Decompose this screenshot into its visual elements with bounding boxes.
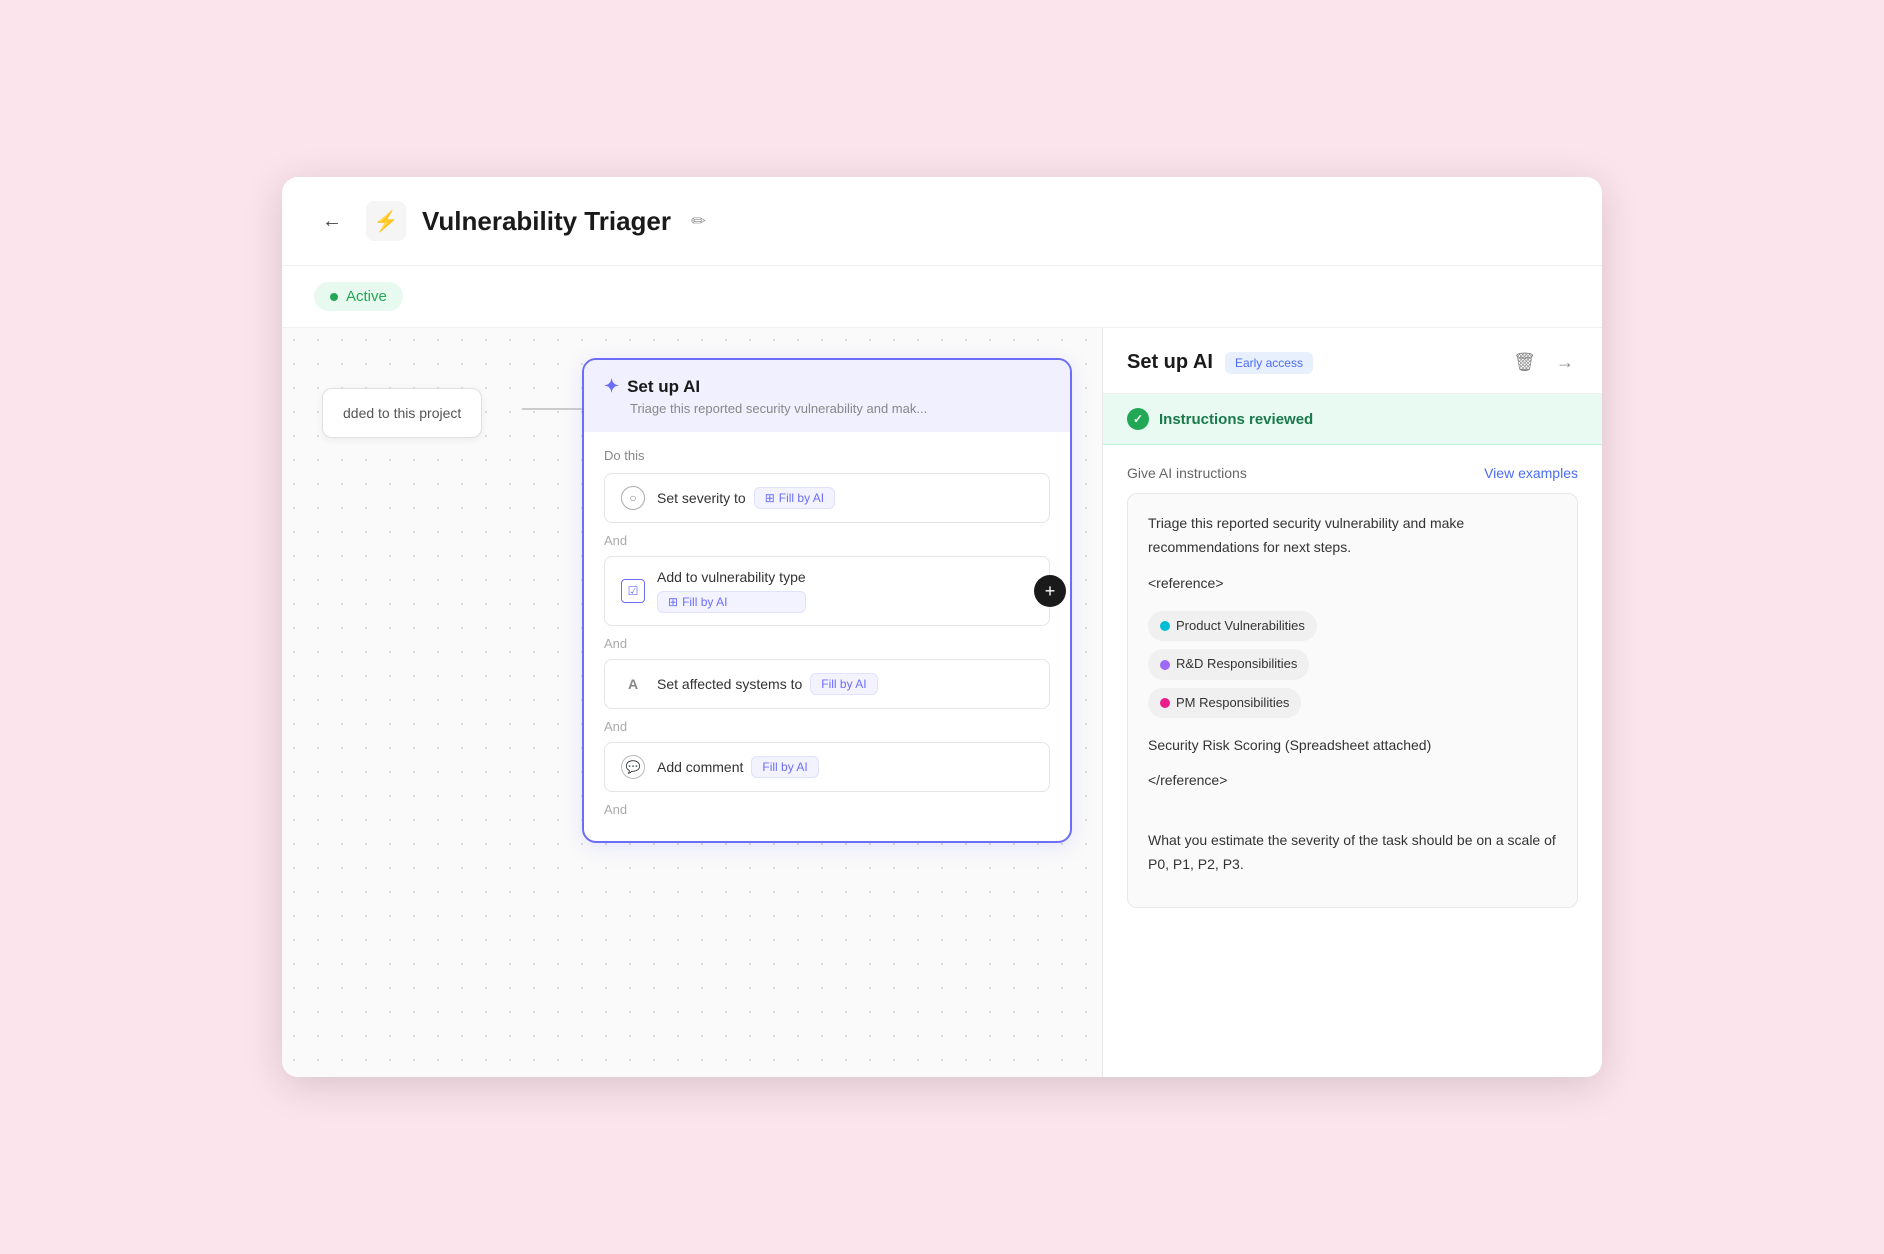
and-label-3: And [604,719,1050,734]
panel-actions: 🗑 → [1509,348,1578,377]
edit-icon[interactable]: ✏ [691,211,706,232]
active-badge: Active [314,282,403,311]
ai-step-title: ✦ Set up AI [604,376,1050,397]
severity-label: Set severity to [657,490,746,506]
instructions-text-5: What you estimate the severity of the ta… [1148,829,1557,877]
circle-check-icon: ○ [621,486,645,510]
active-bar: Active [282,266,1602,328]
delete-button[interactable]: 🗑 [1509,348,1540,377]
instructions-label-row: Give AI instructions View examples [1127,465,1578,481]
reference-open-tag: <reference> [1148,572,1557,596]
panel-title-row: Set up AI Early access [1127,351,1313,374]
forward-button[interactable]: → [1552,348,1578,377]
vulnerability-label: Add to vulnerability type [657,569,806,585]
pink-dot [1160,698,1170,708]
action-text-vulnerability: Add to vulnerability type ⊞ Fill by AI [657,569,806,613]
fill-icon-2: ⊞ [668,595,678,609]
main-content: dded to this project ✦ Set up AI Triage … [282,328,1602,1077]
instructions-box[interactable]: Triage this reported security vulnerabil… [1127,493,1578,908]
fill-by-ai-badge-severity[interactable]: ⊞ Fill by AI [754,487,835,509]
label-product-vulnerabilities: Product Vulnerabilities [1176,615,1305,637]
ai-step-title-text: Set up AI [627,377,700,397]
instructions-text-1: Triage this reported security vulnerabil… [1148,512,1557,560]
ai-instructions-section: Give AI instructions View examples Triag… [1103,445,1602,1077]
checkbox-icon: ☑ [621,579,645,603]
purple-dot [1160,660,1170,670]
page-title: Vulnerability Triager [422,206,671,237]
header: ← ⚡ Vulnerability Triager ✏ [282,177,1602,266]
do-this-label: Do this [604,448,1050,463]
label-pm-responsibilities: PM Responsibilities [1176,692,1289,714]
view-examples-link[interactable]: View examples [1484,465,1578,481]
instructions-text-3: Security Risk Scoring (Spreadsheet attac… [1148,734,1557,758]
action-text-comment: Add comment Fill by AI [657,756,819,778]
canvas-area: dded to this project ✦ Set up AI Triage … [282,328,1102,1077]
and-label-4: And [604,802,1050,817]
label-chip-rd: R&D Responsibilities [1148,649,1309,679]
add-action-button[interactable]: + [1034,575,1066,607]
action-item-vulnerability[interactable]: ☑ Add to vulnerability type ⊞ Fill by AI [604,556,1050,626]
fill-by-ai-badge-vulnerability[interactable]: ⊞ Fill by AI [657,591,806,613]
trigger-node-text: dded to this project [343,405,461,421]
active-label: Active [346,288,387,305]
action-item-comment[interactable]: 💬 Add comment Fill by AI [604,742,1050,792]
and-label-2: And [604,636,1050,651]
text-a-icon: A [621,672,645,696]
header-icon: ⚡ [366,201,406,241]
connector-line [522,408,582,410]
right-panel: Set up AI Early access 🗑 → ✓ Instruction… [1102,328,1602,1077]
action-row-vulnerability: ☑ Add to vulnerability type ⊞ Fill by AI [604,556,1050,626]
panel-title: Set up AI [1127,351,1213,374]
comment-label: Add comment [657,759,743,775]
back-button[interactable]: ← [314,206,350,237]
action-item-systems[interactable]: A Set affected systems to Fill by AI [604,659,1050,709]
active-dot [330,293,338,301]
label-chip-pm: PM Responsibilities [1148,688,1301,718]
early-access-badge: Early access [1225,352,1313,374]
check-circle-icon: ✓ [1127,408,1149,430]
action-text-severity: Set severity to ⊞ Fill by AI [657,487,835,509]
action-item-severity[interactable]: ○ Set severity to ⊞ Fill by AI [604,473,1050,523]
action-text-systems: Set affected systems to Fill by AI [657,673,878,695]
fill-by-ai-badge-comment[interactable]: Fill by AI [751,756,818,778]
systems-label: Set affected systems to [657,676,802,692]
ai-step-card: ✦ Set up AI Triage this reported securit… [582,358,1072,843]
sparkle-icon: ✦ [604,376,619,397]
give-ai-instructions-label: Give AI instructions [1127,465,1247,481]
teal-dot [1160,621,1170,631]
comment-icon: 💬 [621,755,645,779]
and-label-1: And [604,533,1050,548]
label-chip-product: Product Vulnerabilities [1148,611,1317,641]
instructions-reviewed-label: Instructions reviewed [1159,411,1313,428]
lightning-icon: ⚡ [374,209,399,234]
instructions-reviewed-bar: ✓ Instructions reviewed [1103,394,1602,445]
ai-step-body: Do this ○ Set severity to ⊞ Fill by AI A… [584,432,1070,841]
fill-by-ai-badge-systems[interactable]: Fill by AI [810,673,877,695]
reference-block: <reference> Product Vulnerabilities R&D … [1148,572,1557,722]
fill-icon-1: ⊞ [765,491,775,505]
panel-header: Set up AI Early access 🗑 → [1103,328,1602,394]
trigger-node: dded to this project [322,388,482,438]
ai-step-header: ✦ Set up AI Triage this reported securit… [584,360,1070,432]
ai-step-subtitle: Triage this reported security vulnerabil… [604,401,1050,416]
label-rd-responsibilities: R&D Responsibilities [1176,653,1297,675]
app-window: ← ⚡ Vulnerability Triager ✏ Active dded … [282,177,1602,1077]
reference-close-tag: </reference> [1148,769,1557,793]
